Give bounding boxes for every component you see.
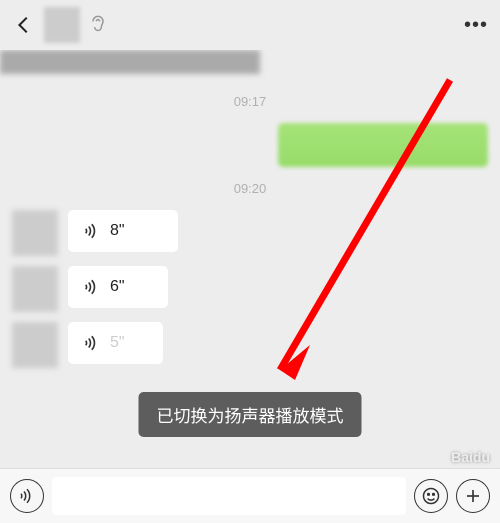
message-input[interactable] xyxy=(52,477,406,515)
chat-header: ••• xyxy=(0,0,500,50)
sender-avatar[interactable] xyxy=(12,322,58,368)
back-button[interactable] xyxy=(12,13,36,37)
voice-play-icon xyxy=(82,334,100,352)
outgoing-bubble xyxy=(278,123,488,167)
voice-bubble[interactable]: 6" xyxy=(68,266,168,308)
voice-duration: 8" xyxy=(110,222,125,240)
input-toolbar xyxy=(0,468,500,523)
speaker-mode-toast: 已切换为扬声器播放模式 xyxy=(139,392,362,437)
redacted-content xyxy=(0,50,260,74)
more-menu-button[interactable]: ••• xyxy=(464,14,488,37)
incoming-voice-message[interactable]: 6" xyxy=(0,266,500,312)
outgoing-message[interactable] xyxy=(0,123,500,167)
emoji-button[interactable] xyxy=(414,479,448,513)
voice-bubble[interactable]: 8" xyxy=(68,210,178,252)
voice-input-button[interactable] xyxy=(10,479,44,513)
timestamp: 09:20 xyxy=(0,181,500,196)
sender-avatar[interactable] xyxy=(12,210,58,256)
voice-duration: 5" xyxy=(110,334,125,352)
incoming-voice-message[interactable]: 8" xyxy=(0,210,500,256)
header-left-group xyxy=(12,7,108,43)
timestamp: 09:17 xyxy=(0,94,500,109)
voice-play-icon xyxy=(82,222,100,240)
sender-avatar[interactable] xyxy=(12,266,58,312)
watermark: Baidu xyxy=(451,449,490,465)
add-button[interactable] xyxy=(456,479,490,513)
contact-avatar[interactable] xyxy=(44,7,80,43)
voice-play-icon xyxy=(82,278,100,296)
earpiece-icon xyxy=(88,13,108,38)
incoming-voice-message[interactable]: 5" xyxy=(0,322,500,368)
voice-bubble[interactable]: 5" xyxy=(68,322,163,364)
voice-duration: 6" xyxy=(110,278,125,296)
